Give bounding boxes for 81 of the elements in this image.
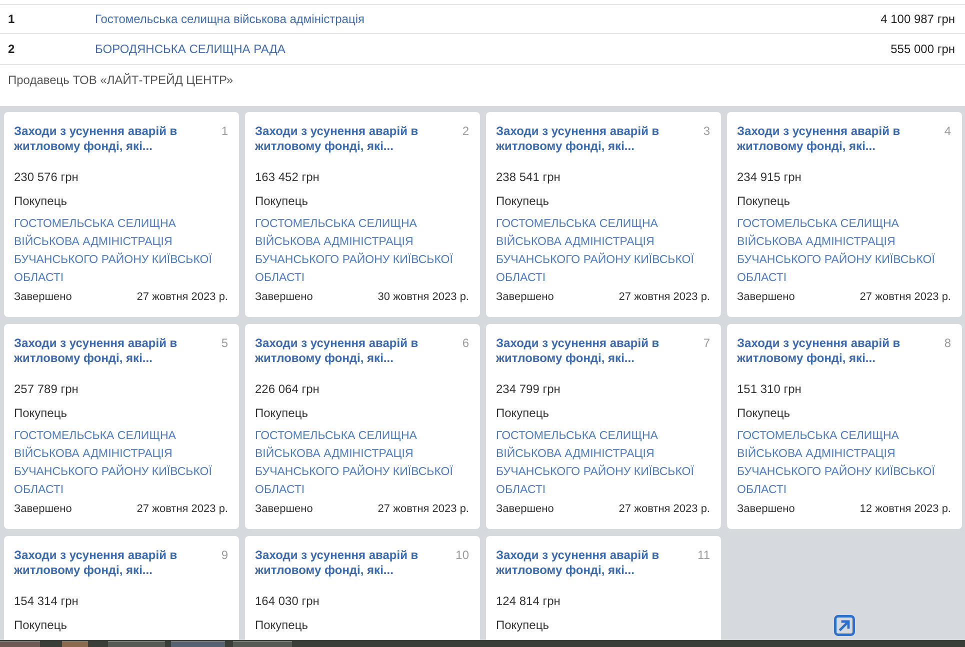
amount-text: 230 576 грн bbox=[14, 170, 78, 184]
row-number: 1 bbox=[7, 12, 16, 26]
card-number: 8 bbox=[944, 336, 951, 351]
buyer-link[interactable]: ГОСТОМЕЛЬСЬКА СЕЛИЩНА ВІЙСЬКОВА АДМІНІСТРАЦІЯ БУЧАНСЬКОГО РАЙОНУ КИЇВСЬКОЇ ОБЛАСТІ bbox=[737, 427, 951, 499]
date-text: 27 жовтня 2023 р. bbox=[860, 290, 951, 304]
contract-title-link[interactable]: Заходи з усунення аварій в житловому фонді, які... bbox=[255, 548, 440, 578]
amount-text: 164 030 грн bbox=[255, 594, 320, 608]
buyer-label: Покупець bbox=[496, 618, 549, 632]
amount-text: 154 314 грн bbox=[14, 594, 78, 608]
contract-title-link[interactable]: Заходи з усунення аварій в житловому фонді, які... bbox=[496, 124, 681, 154]
amount-text: 163 452 грн bbox=[255, 170, 320, 184]
card-number: 3 bbox=[703, 124, 710, 139]
buyer-label: Покупець bbox=[496, 406, 549, 420]
taskbar-button[interactable] bbox=[0, 641, 40, 647]
date-text: 30 жовтня 2023 р. bbox=[378, 290, 469, 304]
amount-text: 124 814 грн bbox=[496, 594, 560, 608]
buyer-label: Покупець bbox=[255, 194, 308, 208]
amount-text: 151 310 грн bbox=[737, 382, 802, 396]
taskbar-button[interactable] bbox=[108, 641, 165, 647]
card-number: 11 bbox=[698, 548, 710, 563]
contract-title-link[interactable]: Заходи з усунення аварій в житловому фонді, які... bbox=[14, 548, 199, 578]
buyer-link[interactable]: БОРОДЯНСЬКА СЕЛИЩНА РАДА bbox=[95, 42, 286, 56]
buyer-link[interactable]: ГОСТОМЕЛЬСЬКА СЕЛИЩНА ВІЙСЬКОВА АДМІНІСТРАЦІЯ БУЧАНСЬКОГО РАЙОНУ КИЇВСЬКОЇ ОБЛАСТІ bbox=[496, 427, 710, 499]
card-number: 2 bbox=[462, 124, 469, 139]
card-number: 9 bbox=[221, 548, 228, 563]
contract-title-link[interactable]: Заходи з усунення аварій в житловому фонді, які... bbox=[14, 124, 199, 154]
buyer-label: Покупець bbox=[496, 194, 549, 208]
buyer-label: Покупець bbox=[737, 194, 790, 208]
buyer-label: Покупець bbox=[255, 406, 308, 420]
card-number: 7 bbox=[703, 336, 710, 351]
status-text: Завершено bbox=[496, 502, 554, 516]
card-number: 10 bbox=[456, 548, 469, 563]
taskbar-button[interactable] bbox=[62, 641, 88, 647]
row-number: 2 bbox=[7, 42, 16, 56]
taskbar-button[interactable] bbox=[233, 641, 292, 647]
buyer-link[interactable]: ГОСТОМЕЛЬСЬКА СЕЛИЩНА ВІЙСЬКОВА АДМІНІСТРАЦІЯ БУЧАНСЬКОГО РАЙОНУ КИЇВСЬКОЇ ОБЛАСТІ bbox=[255, 215, 469, 287]
status-text: Завершено bbox=[14, 502, 72, 516]
buyer-label: Покупець bbox=[737, 406, 790, 420]
buyer-link[interactable]: ГОСТОМЕЛЬСЬКА СЕЛИЩНА ВІЙСЬКОВА АДМІНІСТРАЦІЯ БУЧАНСЬКОГО РАЙОНУ КИЇВСЬКОЇ ОБЛАСТІ bbox=[255, 427, 469, 499]
amount-text: 234 915 грн bbox=[737, 170, 802, 184]
card-number: 1 bbox=[221, 124, 228, 139]
buyer-link[interactable]: ГОСТОМЕЛЬСЬКА СЕЛИЩНА ВІЙСЬКОВА АДМІНІСТРАЦІЯ БУЧАНСЬКОГО РАЙОНУ КИЇВСЬКОЇ ОБЛАСТІ bbox=[14, 215, 228, 287]
status-text: Завершено bbox=[255, 502, 313, 516]
date-text: 27 жовтня 2023 р. bbox=[618, 290, 710, 304]
buyer-label: Покупець bbox=[14, 194, 67, 208]
buyer-label: Покупець bbox=[14, 618, 67, 632]
contract-title-link[interactable]: Заходи з усунення аварій в житловому фонді, які... bbox=[255, 336, 440, 366]
buyer-label: Покупець bbox=[14, 406, 67, 420]
amount-text: 226 064 грн bbox=[255, 382, 320, 396]
buyer-link[interactable]: Гостомельська селищна військова адміністрація bbox=[95, 12, 365, 26]
buyer-link[interactable]: ГОСТОМЕЛЬСЬКА СЕЛИЩНА ВІЙСЬКОВА АДМІНІСТРАЦІЯ БУЧАНСЬКОГО РАЙОНУ КИЇВСЬКОЇ ОБЛАСТІ bbox=[737, 215, 951, 287]
contract-title-link[interactable]: Заходи з усунення аварій в житловому фонді, які... bbox=[496, 336, 681, 366]
amount-text: 257 789 грн bbox=[14, 382, 78, 396]
date-text: 27 жовтня 2023 р. bbox=[378, 502, 469, 516]
buyer-link[interactable]: ГОСТОМЕЛЬСЬКА СЕЛИЩНА ВІЙСЬКОВА АДМІНІСТРАЦІЯ БУЧАНСЬКОГО РАЙОНУ КИЇВСЬКОЇ ОБЛАСТІ bbox=[14, 427, 228, 499]
date-text: 27 жовтня 2023 р. bbox=[136, 502, 228, 516]
amount-text: 234 799 грн bbox=[496, 382, 560, 396]
date-text: 27 жовтня 2023 р. bbox=[618, 502, 710, 516]
amount-text: 555 000 грн bbox=[890, 42, 956, 56]
external-link-icon[interactable] bbox=[834, 615, 855, 636]
status-text: Завершено bbox=[255, 290, 313, 304]
buyer-label: Покупець bbox=[255, 618, 308, 632]
status-text: Завершено bbox=[737, 502, 795, 516]
card-number: 5 bbox=[221, 336, 228, 351]
date-text: 27 жовтня 2023 р. bbox=[136, 290, 228, 304]
amount-text: 238 541 грн bbox=[496, 170, 560, 184]
contract-title-link[interactable]: Заходи з усунення аварій в житловому фонді, які... bbox=[737, 124, 922, 154]
seller-text: Продавець ТОВ «ЛАЙТ-ТРЕЙД ЦЕНТР» bbox=[8, 73, 234, 87]
buyer-link[interactable]: ГОСТОМЕЛЬСЬКА СЕЛИЩНА ВІЙСЬКОВА АДМІНІСТРАЦІЯ БУЧАНСЬКОГО РАЙОНУ КИЇВСЬКОЇ ОБЛАСТІ bbox=[496, 215, 710, 287]
contract-title-link[interactable]: Заходи з усунення аварій в житловому фонді, які... bbox=[737, 336, 922, 366]
status-text: Завершено bbox=[737, 290, 795, 304]
contract-title-link[interactable]: Заходи з усунення аварій в житловому фонді, які... bbox=[255, 124, 440, 154]
status-text: Завершено bbox=[496, 290, 554, 304]
card-number: 4 bbox=[944, 124, 951, 139]
contract-title-link[interactable]: Заходи з усунення аварій в житловому фонді, які... bbox=[14, 336, 199, 366]
date-text: 12 жовтня 2023 р. bbox=[860, 502, 951, 516]
status-text: Завершено bbox=[14, 290, 72, 304]
card-number: 6 bbox=[462, 336, 469, 351]
amount-text: 4 100 987 грн bbox=[880, 12, 956, 26]
contract-title-link[interactable]: Заходи з усунення аварій в житловому фонді, які... bbox=[496, 548, 681, 578]
taskbar-button[interactable] bbox=[171, 641, 225, 647]
